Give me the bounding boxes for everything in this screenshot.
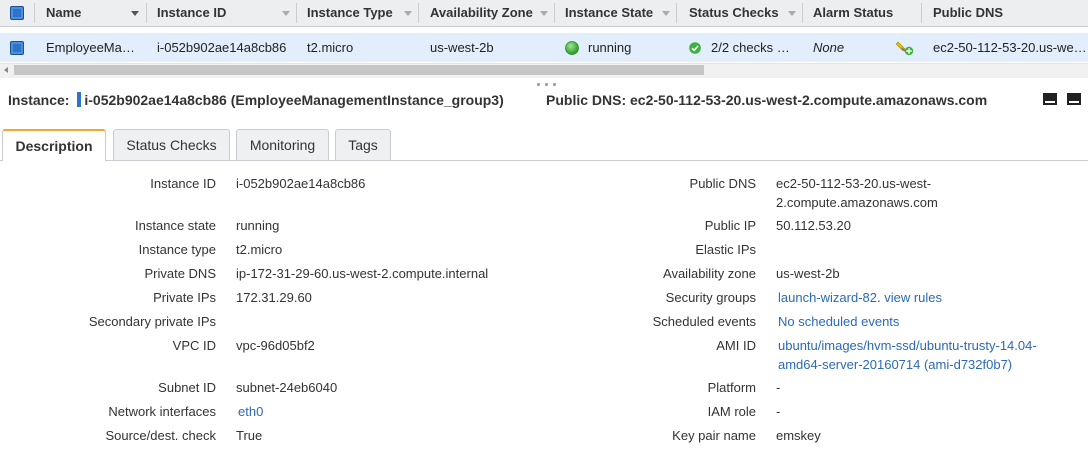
- sort-arrow-icon[interactable]: [131, 11, 139, 16]
- link-eth0[interactable]: eth0: [238, 402, 263, 421]
- instance-summary: Instance: i-052b902ae14a8cb86 (EmployeeM…: [8, 91, 504, 109]
- cell-instance-type: t2.micro: [307, 40, 354, 55]
- label-network-interfaces: Network interfaces: [108, 404, 216, 419]
- column-header-status-checks[interactable]: Status Checks: [689, 0, 779, 26]
- sort-arrow-icon[interactable]: [662, 11, 670, 16]
- value-platform: -: [776, 380, 781, 395]
- tab-tags[interactable]: Tags: [335, 129, 391, 160]
- selected-marker-icon: [77, 92, 82, 107]
- value-vpc-id: vpc-96d05bf2: [236, 338, 315, 353]
- label-subnet-id: Subnet ID: [158, 380, 216, 395]
- scrollbar-thumb[interactable]: [14, 65, 704, 75]
- label-iam-role: IAM role: [707, 404, 756, 419]
- value-private-dns: ip-172-31-29-60.us-west-2.compute.intern…: [236, 266, 489, 281]
- table-row[interactable]: EmployeeMa… i-052b902ae14a8cb86 t2.micro…: [0, 33, 1088, 62]
- tab-description[interactable]: Description: [2, 129, 106, 161]
- splitter-handle-icon[interactable]: [537, 83, 540, 86]
- value-public-dns-line2: 2.compute.amazonaws.com: [776, 195, 938, 210]
- public-dns-summary: Public DNS: ec2-50-112-53-20.us-west-2.c…: [546, 91, 987, 109]
- value-instance-state: running: [236, 218, 280, 233]
- label-public-dns: Public DNS: [689, 176, 756, 191]
- column-header-instance-type[interactable]: Instance Type: [307, 0, 393, 26]
- link-scheduled-events[interactable]: No scheduled events: [778, 312, 899, 331]
- value-subnet-id: subnet-24eb6040: [236, 380, 338, 395]
- label-platform: Platform: [707, 380, 756, 395]
- tab-monitoring[interactable]: Monitoring: [236, 129, 329, 160]
- value-public-dns-line1: ec2-50-112-53-20.us-west-: [776, 176, 932, 191]
- row-checkbox-icon[interactable]: [10, 41, 24, 55]
- link-view-rules[interactable]: view rules: [884, 290, 942, 305]
- restore-panel-icon[interactable]: [1067, 93, 1081, 105]
- scroll-left-icon[interactable]: [4, 67, 8, 73]
- label-scheduled-events: Scheduled events: [652, 314, 756, 329]
- label-security-groups: Security groups: [665, 290, 756, 305]
- label-vpc-id: VPC ID: [172, 338, 216, 353]
- sort-arrow-icon[interactable]: [788, 11, 796, 16]
- cell-availability-zone: us-west-2b: [430, 40, 494, 55]
- column-header-alarm-status[interactable]: Alarm Status: [813, 0, 893, 26]
- sort-arrow-icon[interactable]: [540, 11, 548, 16]
- tab-status-checks[interactable]: Status Checks: [113, 129, 230, 160]
- value-key-pair-name: emskey: [776, 428, 821, 443]
- sort-arrow-icon[interactable]: [282, 11, 290, 16]
- instances-table-header: Name Instance ID Instance Type Availabil…: [0, 0, 1088, 27]
- cell-instance-id: i-052b902ae14a8cb86: [157, 40, 287, 55]
- link-ami-id-line1[interactable]: ubuntu/images/hvm-ssd/ubuntu-trusty-14.0…: [778, 336, 1037, 355]
- column-header-instance-id[interactable]: Instance ID: [157, 0, 226, 26]
- select-all-checkbox-icon[interactable]: [10, 6, 24, 20]
- cell-name: EmployeeMa…: [46, 40, 135, 55]
- cell-instance-state: running: [588, 40, 632, 55]
- instance-summary-value: i-052b902ae14a8cb86 (EmployeeManagementI…: [84, 92, 504, 108]
- add-alarm-icon[interactable]: [896, 40, 914, 56]
- value-private-ips: 172.31.29.60: [236, 290, 312, 305]
- value-instance-type: t2.micro: [236, 242, 283, 257]
- label-instance-id: Instance ID: [150, 176, 216, 191]
- instance-summary-label: Instance:: [8, 92, 70, 108]
- link-ami-id-line2[interactable]: amd64-server-20160714 (ami-d732f0b7): [778, 355, 1012, 374]
- value-instance-id: i-052b902ae14a8cb86: [236, 176, 366, 191]
- label-key-pair-name: Key pair name: [672, 428, 756, 443]
- label-instance-state: Instance state: [135, 218, 216, 233]
- splitter-handle-icon[interactable]: [545, 83, 548, 86]
- label-elastic-ips: Elastic IPs: [695, 242, 756, 257]
- maximize-panel-icon[interactable]: [1043, 93, 1057, 105]
- label-public-ip: Public IP: [704, 218, 756, 233]
- column-header-instance-state[interactable]: Instance State: [565, 0, 653, 26]
- column-header-name[interactable]: Name: [46, 0, 81, 26]
- sort-arrow-icon[interactable]: [404, 11, 412, 16]
- label-private-ips: Private IPs: [153, 290, 216, 305]
- value-public-ip: 50.112.53.20: [776, 218, 851, 233]
- column-header-availability-zone[interactable]: Availability Zone: [430, 0, 533, 26]
- label-secondary-private-ips: Secondary private IPs: [88, 314, 216, 329]
- value-source-dest-check: True: [236, 428, 263, 443]
- value-availability-zone: us-west-2b: [776, 266, 840, 281]
- value-iam-role: -: [776, 404, 781, 419]
- label-availability-zone: Availability zone: [663, 266, 756, 281]
- link-security-group[interactable]: launch-wizard-82: [778, 290, 877, 305]
- splitter-handle-icon[interactable]: [553, 83, 556, 86]
- public-dns-summary-value: ec2-50-112-53-20.us-west-2.compute.amazo…: [630, 92, 988, 108]
- public-dns-summary-label: Public DNS:: [546, 92, 627, 108]
- cell-alarm-status: None: [813, 40, 845, 55]
- running-status-icon: [565, 41, 579, 55]
- security-groups-value: launch-wizard-82. view rules: [778, 290, 943, 305]
- label-source-dest-check: Source/dest. check: [105, 428, 216, 443]
- cell-public-dns: ec2-50-112-53-20.us-we…: [933, 40, 1087, 55]
- label-private-dns: Private DNS: [144, 266, 216, 281]
- cell-status-checks[interactable]: 2/2 checks …: [711, 33, 790, 62]
- label-instance-type: Instance type: [138, 242, 216, 257]
- column-header-public-dns[interactable]: Public DNS: [933, 0, 1003, 26]
- checks-passed-icon: [689, 42, 701, 54]
- label-ami-id: AMI ID: [716, 338, 756, 353]
